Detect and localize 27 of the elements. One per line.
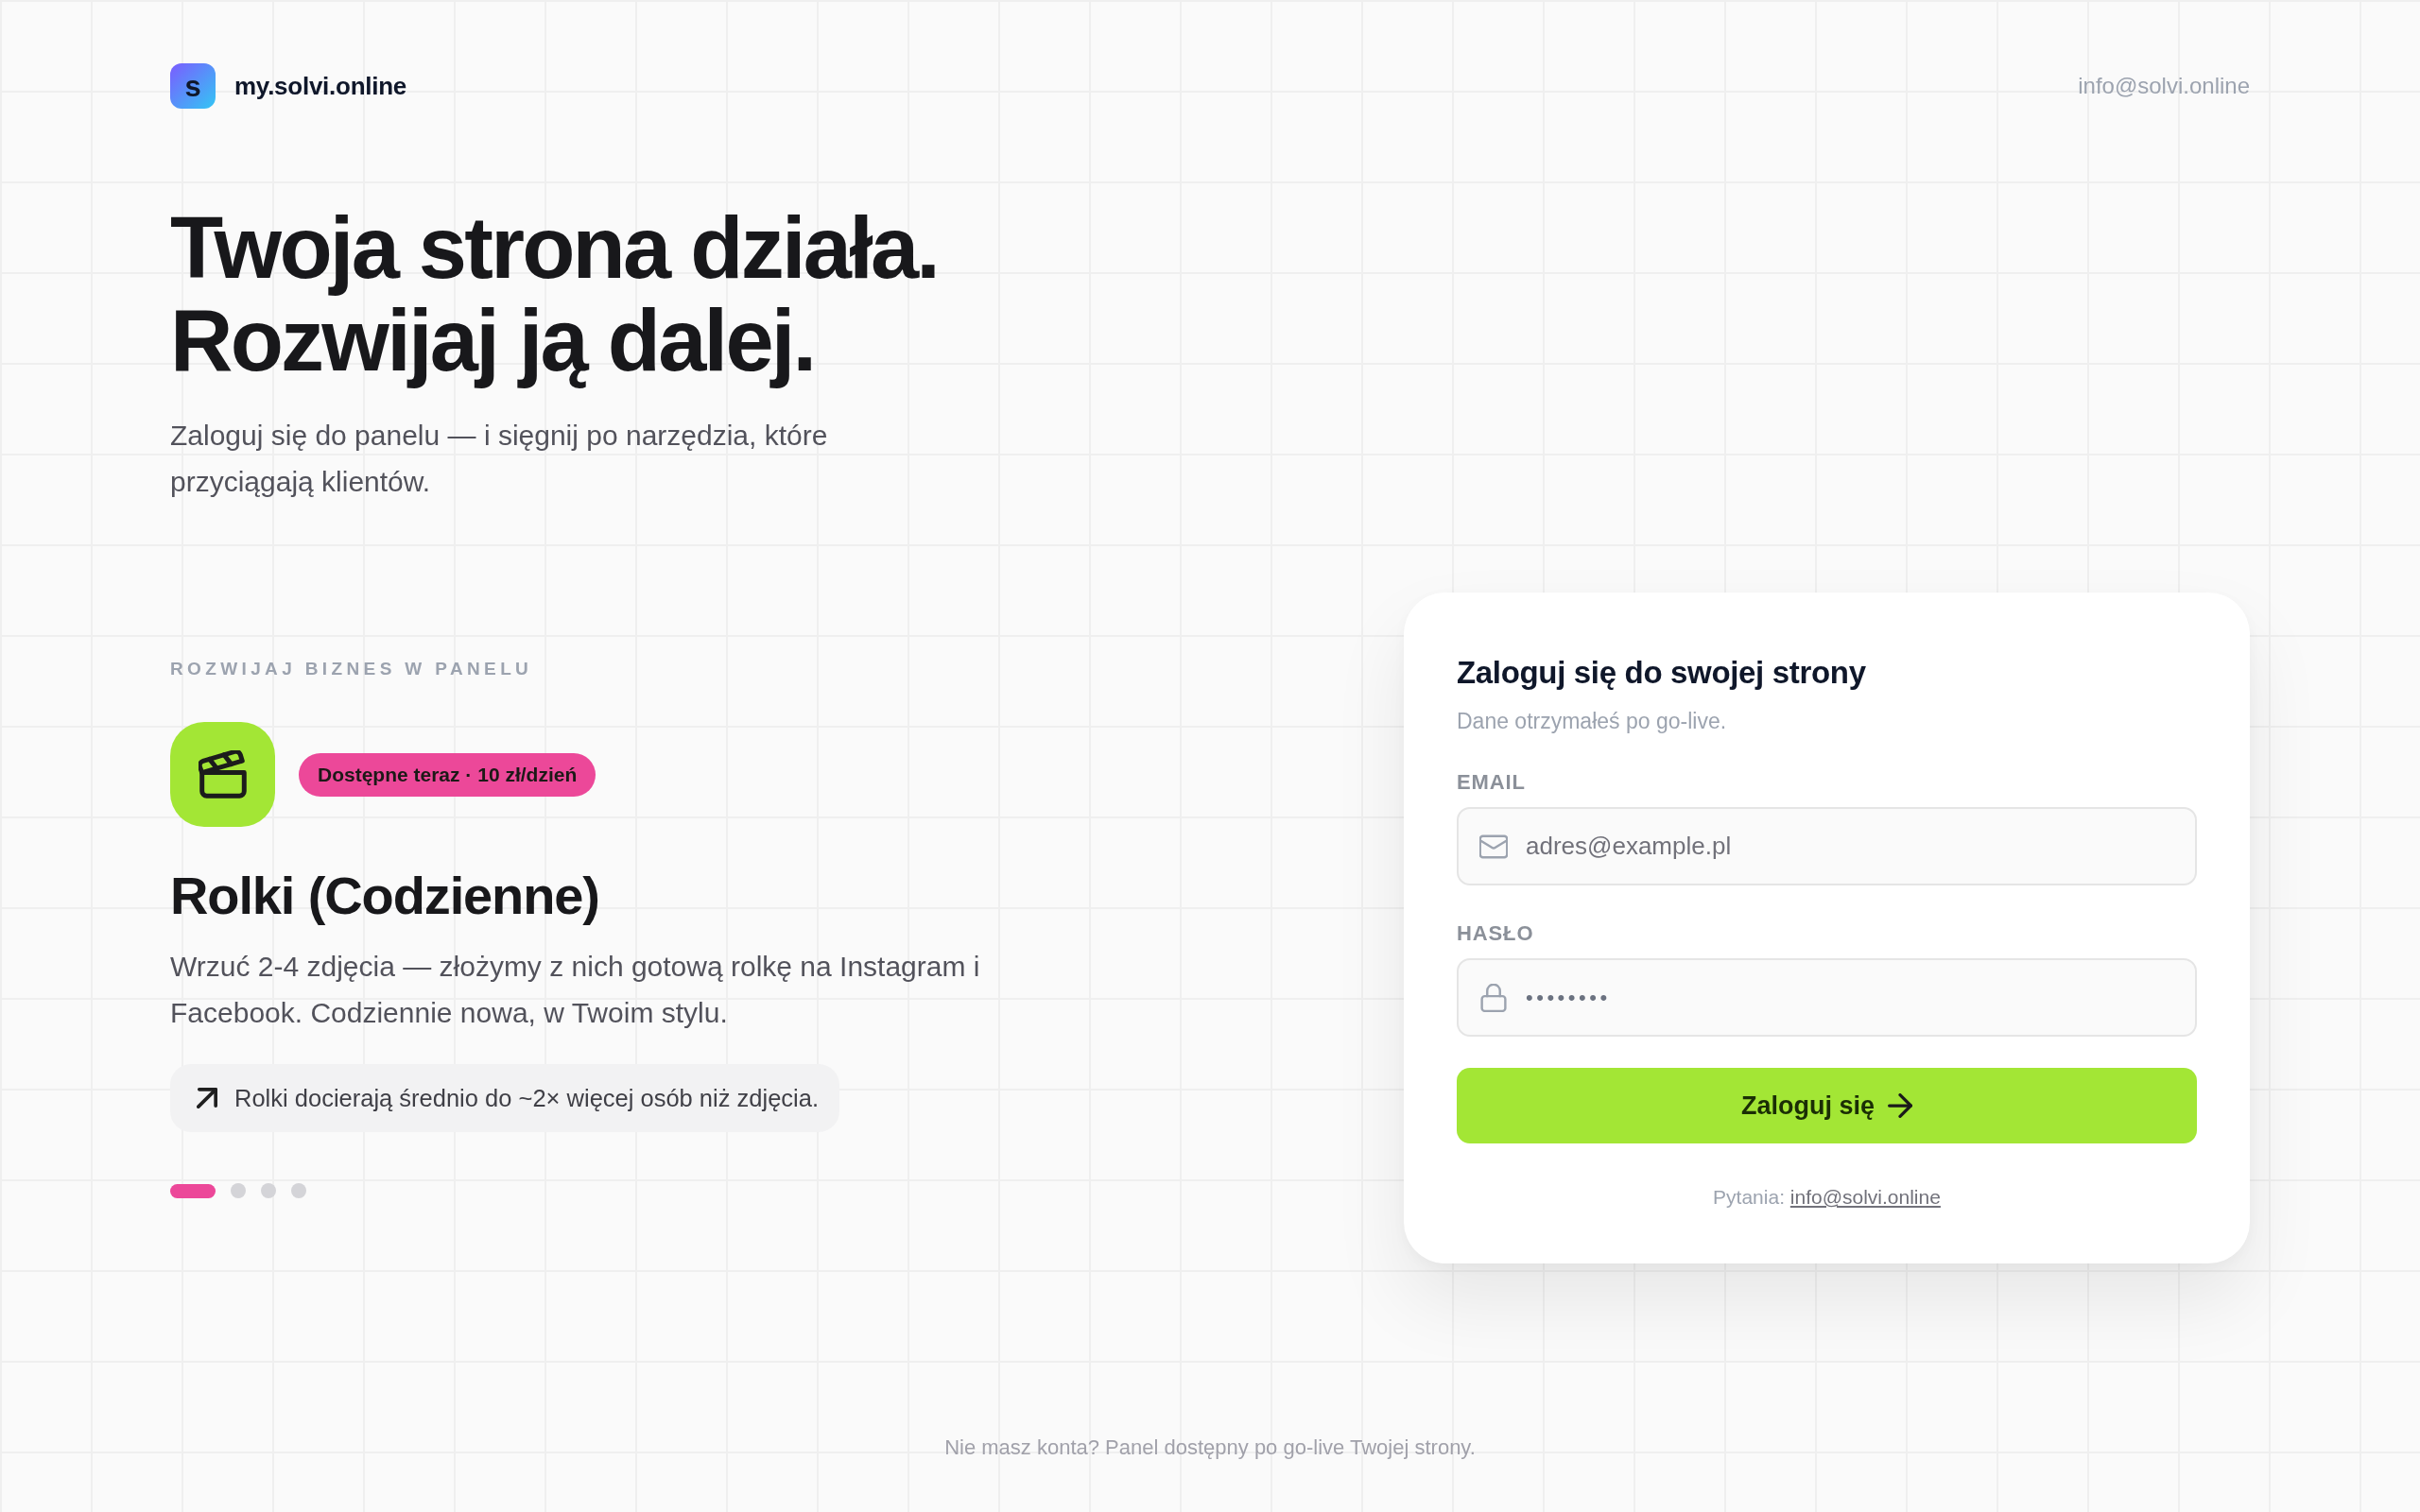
field-label: HASŁO bbox=[1457, 920, 1534, 947]
availability-badge: Dostępne teraz · 10 zł/dzień bbox=[299, 752, 596, 797]
headline: Twoja strona działa. Rozwijaj ją dalej. bbox=[170, 201, 939, 387]
arrow-up-right-icon bbox=[197, 1088, 217, 1108]
carousel-dot[interactable] bbox=[291, 1183, 306, 1198]
login-title: Zaloguj się do swojej strony bbox=[1457, 654, 1866, 692]
section-eyebrow: ROZWIJAJ BIZNES W PANELU bbox=[170, 658, 533, 680]
feature-description: Wrzuć 2-4 zdjęcia — złożymy z nich gotową rolkę na Instagram i Facebook. Codziennie nowa, w Twoim stylu. bbox=[170, 950, 981, 1030]
help-email-link[interactable]: info@solvi.online bbox=[1789, 1186, 1941, 1208]
carousel-dot[interactable] bbox=[231, 1183, 246, 1198]
logo-mark: s bbox=[170, 63, 216, 109]
feature-title: Rolki (Codzienne) bbox=[170, 865, 599, 927]
subtitle: Zaloguj się do panelu — i sięgnij po narzędzia, które przyciągają klientów. bbox=[170, 419, 829, 499]
site-name: my.solvi.online bbox=[234, 71, 406, 101]
highlight-text: Rolki docierają średnio do ~2× więcej osób niż zdjęcia. bbox=[234, 1084, 819, 1112]
password-field[interactable]: •••••••• bbox=[1457, 958, 2197, 1037]
field-label: EMAIL bbox=[1457, 769, 1526, 796]
carousel-dot[interactable] bbox=[261, 1183, 276, 1198]
arrow-right-icon bbox=[1888, 1093, 1912, 1118]
footer-note: Nie masz konta? Panel dostępny po go-live Twojej strony. bbox=[944, 1435, 1476, 1461]
lock-icon bbox=[1479, 983, 1508, 1012]
help-text: Pytania: info@solvi.online bbox=[1713, 1185, 1941, 1210]
contact-email-link[interactable]: info@solvi.online bbox=[2078, 73, 2250, 99]
login-button[interactable]: Zaloguj się bbox=[1457, 1068, 2197, 1143]
clapperboard-icon bbox=[170, 722, 275, 827]
login-subtitle: Dane otrzymałeś po go-live. bbox=[1457, 708, 1727, 735]
email-field[interactable]: adres@example.pl bbox=[1457, 807, 2197, 885]
